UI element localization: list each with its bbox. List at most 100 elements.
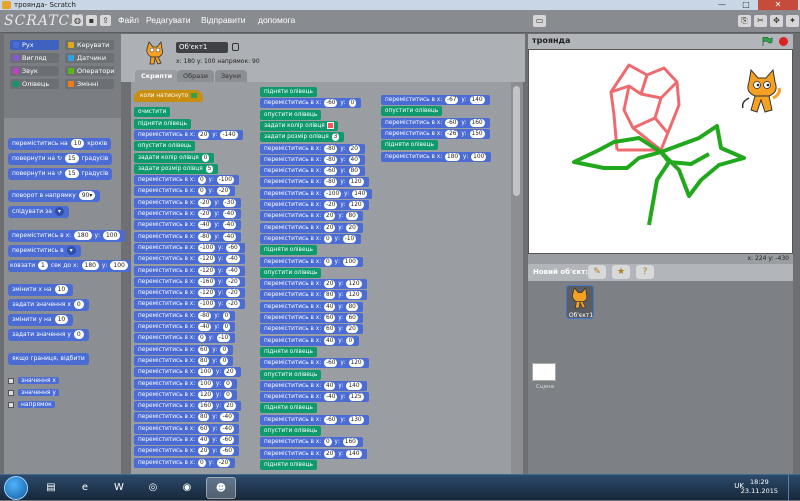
goto-xy-block[interactable]: переміститись в х: 0 у: 100 — [260, 256, 363, 267]
pen-block[interactable]: задати колір олівця 0 — [134, 152, 215, 163]
goto-xy-block[interactable]: переміститись в х: 100 у: 0 — [134, 378, 237, 389]
goto-xy-block[interactable]: переміститись в х: 40 у: 140 — [260, 380, 367, 391]
tab-scripts[interactable]: Скрипти — [135, 70, 179, 82]
menu-help[interactable]: допомога — [258, 15, 295, 25]
pen-block[interactable]: опустити олівець — [260, 369, 322, 380]
goto-xy-block[interactable]: переміститись в х: 0 у: -20 — [134, 186, 236, 197]
goto-xy-block[interactable]: переміститись в х: 20 у: -60 — [134, 446, 239, 457]
goto-xy-block[interactable]: переміститись в х: 20 у: 80 — [260, 211, 363, 222]
search-app-icon[interactable]: ◎ — [138, 477, 168, 499]
goto-xy-block[interactable]: переміститись в х: -120 у: -20 — [134, 288, 245, 299]
goto-xy-block[interactable]: переміститись в х: 40 у: -60 — [134, 435, 239, 445]
goto-xy-block[interactable]: переміститись в х: -60 у: 0 — [260, 98, 362, 109]
goto-xy-block[interactable]: переміститись в х: 20 у: 120 — [260, 279, 367, 290]
goto-xy-block[interactable]: переміститись в х: -20 у: -40 — [134, 209, 242, 219]
goto-xy-block[interactable]: переміститись в х: -67 у: 140 — [381, 95, 490, 105]
scratch-taskbar-icon[interactable]: ☻ — [206, 477, 236, 499]
pen-block[interactable]: опустити олівець — [134, 141, 196, 152]
category-operators[interactable]: Оператори — [65, 66, 115, 76]
goto-xy-block[interactable]: переміститись в х: 80 у: 120 — [260, 290, 367, 301]
goto-xy-block[interactable]: переміститись в х: -20 у: -30 — [134, 197, 242, 208]
goto-xy-block[interactable]: переміститись в х: 20 у: 140 — [260, 448, 367, 459]
pen-block[interactable]: підняти олівець — [260, 87, 317, 97]
stage-canvas[interactable] — [528, 49, 793, 254]
firefox-icon[interactable]: ◉ — [172, 477, 202, 499]
shrink-tool-icon[interactable]: ✦ — [786, 15, 799, 27]
goto-xy-block[interactable]: переміститись в х: -120 у: -40 — [134, 254, 245, 265]
palette-goto-block[interactable]: переміститись в ▾ — [8, 245, 81, 257]
goto-xy-block[interactable]: переміститись в х: -100 у: -60 — [134, 242, 245, 253]
palette-turn-left-block[interactable]: повернути на ↺ 15 градусів — [8, 168, 113, 180]
goto-xy-block[interactable]: переміститись в х: 80 у: 0 — [134, 355, 234, 366]
word-icon[interactable]: W — [104, 477, 134, 499]
goto-xy-block[interactable]: переміститись в х: -80 у: -40 — [134, 231, 242, 242]
goto-xy-block[interactable]: переміститись в х: 60 у: 20 — [260, 324, 363, 335]
stage-tile[interactable] — [532, 363, 556, 381]
pen-block[interactable]: очистити — [134, 107, 171, 118]
menu-edit[interactable]: Редагувати — [146, 15, 190, 25]
goto-xy-block[interactable]: переміститись в х: 100 у: 20 — [134, 367, 241, 378]
pen-block[interactable]: опустити олівець — [260, 109, 322, 120]
pen-block[interactable]: підняти олівець — [260, 459, 317, 470]
sprite-name-field[interactable]: Об'єкт1 — [176, 42, 228, 53]
category-sensing[interactable]: Датчики — [65, 53, 114, 63]
goto-xy-block[interactable]: переміститись в х: 0 у: 160 — [260, 437, 363, 448]
sprite-tile-object1[interactable]: Об'єкт1 — [566, 285, 594, 319]
category-variables[interactable]: Змінні — [65, 79, 114, 89]
goto-xy-block[interactable]: переміститись в х: 20 у: -140 — [134, 129, 243, 140]
goto-xy-block[interactable]: переміститись в х: 0 у: -100 — [134, 175, 239, 186]
menu-file[interactable]: Файл — [118, 15, 139, 25]
yposition-reporter[interactable]: значення у — [8, 388, 59, 398]
start-button[interactable] — [4, 476, 28, 500]
goto-xy-block[interactable]: переміститись в х: -26 у: 150 — [381, 128, 490, 139]
show-desktop-button[interactable] — [788, 475, 800, 501]
goto-xy-block[interactable]: переміститись в х: -60 у: 80 — [260, 166, 365, 177]
pen-block[interactable]: задати розмір олівця 3 — [260, 132, 345, 143]
goto-xy-block[interactable]: переміститись в х: -40 у: 0 — [134, 322, 236, 332]
when-flag-clicked-block[interactable]: коли натиснуто — [134, 90, 204, 102]
palette-change-y-block[interactable]: змінити у на 10 — [8, 314, 74, 326]
goto-xy-block[interactable]: переміститись в х: -80 у: 0 — [134, 310, 236, 321]
save-icon[interactable]: ▪ — [86, 15, 97, 26]
maximize-button[interactable]: □ — [734, 0, 758, 10]
duplicate-tool-icon[interactable]: ⎘ — [738, 15, 751, 27]
scripts-area[interactable]: коли натиснуто очистити підняти олівець пер… — [131, 82, 517, 474]
category-pen[interactable]: Олівець — [10, 79, 59, 89]
goto-xy-block[interactable]: переміститись в х: 180 у: 100 — [381, 151, 492, 162]
goto-xy-block[interactable]: переміститись в х: 20 у: 20 — [260, 222, 363, 233]
grow-tool-icon[interactable]: ✥ — [770, 15, 783, 27]
share-icon[interactable]: ⇪ — [100, 15, 111, 26]
goto-xy-block[interactable]: переміститись в х: -40 у: -40 — [134, 220, 242, 231]
goto-xy-block[interactable]: переміститись в х: 60 у: -40 — [134, 423, 239, 434]
goto-xy-block[interactable]: переміститись в х: -100 у: 140 — [260, 188, 373, 199]
presentation-mode-icon[interactable]: ▭ — [533, 15, 546, 27]
category-sound[interactable]: Звук — [10, 66, 59, 76]
random-sprite-icon[interactable]: ? — [636, 265, 654, 279]
goto-xy-block[interactable]: переміститись в х: -100 у: -20 — [134, 299, 245, 310]
palette-goto-xy-block[interactable]: переміститись в х: 180 у: 100 — [8, 230, 126, 242]
pen-block[interactable]: підняти олівець — [260, 403, 317, 414]
pen-block[interactable]: підняти олівець — [260, 346, 317, 357]
scrollbar-thumb[interactable] — [513, 86, 520, 196]
direction-reporter[interactable]: напрямок — [8, 400, 55, 410]
palette-set-y-block[interactable]: задати значення у 0 — [8, 329, 89, 341]
goto-xy-block[interactable]: переміститись в х: 160 у: 20 — [134, 401, 241, 412]
scripts-scrollbar[interactable] — [511, 82, 523, 474]
palette-turn-right-block[interactable]: повернути на ↻ 15 градусів — [8, 153, 113, 165]
ie-browser-icon[interactable]: e — [70, 477, 100, 499]
menu-share[interactable]: Відправити — [201, 15, 245, 25]
palette-glide-block[interactable]: ковзати 1 сек до х: 180 у: 100 — [8, 260, 131, 272]
goto-xy-block[interactable]: переміститись в х: -80 у: 40 — [260, 154, 365, 165]
delete-tool-icon[interactable]: ✂ — [754, 15, 767, 27]
palette-bounce-block[interactable]: якщо границя, відбити — [8, 353, 89, 365]
palette-point-direction-block[interactable]: поворот в напрямку 90▾ — [8, 190, 101, 202]
paint-sprite-icon[interactable]: ✎ — [588, 265, 606, 279]
goto-xy-block[interactable]: переміститись в х: 0 у: -20 — [134, 457, 236, 468]
pen-block[interactable]: задати розмір олівця 5 — [134, 163, 219, 174]
system-clock[interactable]: 18:29 23.11.2015 — [741, 478, 778, 496]
goto-xy-block[interactable]: переміститись в х: -60 у: 120 — [260, 358, 369, 369]
category-control[interactable]: Керувати — [65, 40, 114, 50]
goto-xy-block[interactable]: переміститись в х: -60 у: 160 — [381, 117, 490, 128]
pen-block[interactable]: підняти олівець — [260, 245, 317, 256]
pen-block[interactable]: задати колір олівця — [260, 120, 338, 131]
